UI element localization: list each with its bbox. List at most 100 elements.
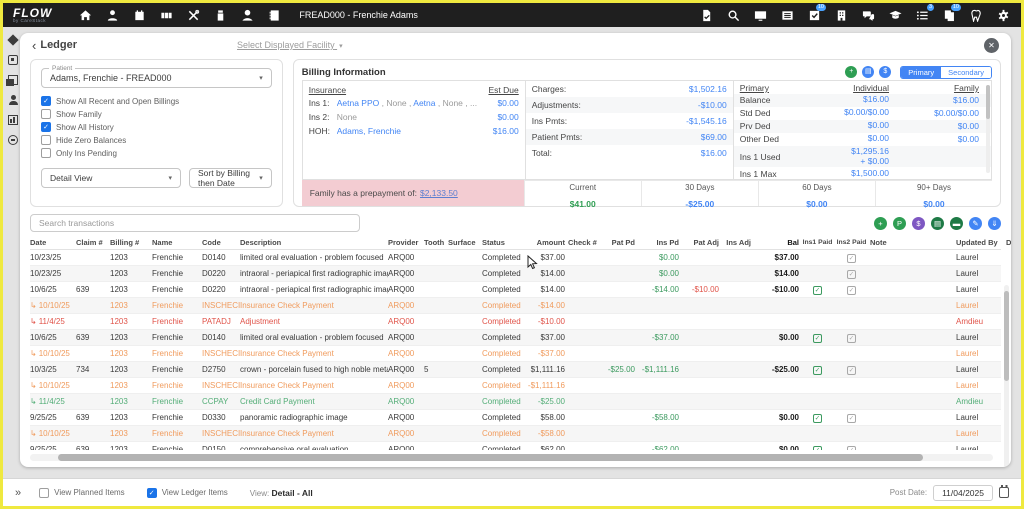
payments-icon[interactable] [239, 7, 255, 23]
view-planned-items-checkbox[interactable]: View Planned Items [39, 488, 125, 498]
post-date-input[interactable]: 11/04/2025 [933, 485, 993, 501]
view-mode-select[interactable]: Detail View ▾ [41, 168, 181, 188]
green-p-button[interactable]: P [893, 217, 906, 230]
procedures-icon[interactable] [185, 7, 201, 23]
person-icon[interactable] [8, 95, 18, 105]
surface-column-header[interactable]: Surface [448, 238, 482, 247]
patAdj-column-header[interactable]: Pat Adj [682, 238, 722, 247]
contacts-icon[interactable] [266, 7, 282, 23]
table-row[interactable]: ↳10/10/251203FrenchieINSCHECIInsurance C… [30, 346, 1001, 362]
tab-secondary[interactable]: Secondary [941, 67, 991, 78]
ins2-paid-checkbox[interactable]: ✓ [847, 286, 856, 295]
table-row[interactable]: 10/6/256391203FrenchieD0140limited oral … [30, 330, 1001, 346]
facility-icon[interactable] [833, 7, 849, 23]
checkbox-show-all-history[interactable]: ✓ Show All History [41, 122, 272, 132]
checkbox-icon[interactable]: ✓ [41, 96, 51, 106]
table-row[interactable]: 10/23/251203FrenchieD0220intraoral - per… [30, 266, 1001, 282]
billing-grid-button[interactable]: ▤ [862, 66, 874, 78]
checkbox-icon[interactable]: ✓ [147, 488, 157, 498]
view-ledger-items-checkbox[interactable]: ✓ View Ledger Items [147, 488, 228, 498]
checkbox-icon[interactable] [41, 135, 51, 145]
patient-select[interactable]: Patient Adams, Frenchie - FREAD000 ▾ [41, 68, 272, 88]
ins1-paid-checkbox[interactable]: ✓ [813, 286, 822, 295]
worklist-icon[interactable]: 3 [914, 7, 930, 23]
schedule-icon[interactable] [131, 7, 147, 23]
expand-chevrons-icon[interactable]: » [15, 487, 21, 499]
checkbox-show-family[interactable]: Show Family [41, 109, 272, 119]
ins2-paid-checkbox[interactable]: ✓ [847, 334, 856, 343]
checkbox-hide-zero-balances[interactable]: Hide Zero Balances [41, 135, 272, 145]
primary-scrollbar[interactable] [986, 85, 990, 173]
ins1-paid-checkbox[interactable]: ✓ [813, 366, 822, 375]
table-row[interactable]: 10/3/257341203FrenchieD2750crown - porce… [30, 362, 1001, 378]
patPd-column-header[interactable]: Pat Pd [600, 238, 638, 247]
claim-column-header[interactable]: Claim # [76, 238, 110, 247]
imaging-icon[interactable] [752, 7, 768, 23]
close-button[interactable]: ✕ [984, 38, 999, 53]
billing-dollar-button[interactable]: $ [879, 66, 891, 78]
messages-icon[interactable] [860, 7, 876, 23]
table-row[interactable]: ↳10/10/251203FrenchieINSCHECIInsurance C… [30, 378, 1001, 394]
fee-search-icon[interactable] [725, 7, 741, 23]
tooth-icon[interactable] [968, 7, 984, 23]
table-row[interactable]: ↳10/10/251203FrenchieINSCHECIInsurance C… [30, 298, 1001, 314]
vertical-scrollbar[interactable] [1004, 285, 1009, 467]
ins2-column-header[interactable]: Ins2 Paid [836, 239, 870, 246]
ins2-paid-checkbox[interactable]: ✓ [847, 254, 856, 263]
purple-dollar-button[interactable]: $ [912, 217, 925, 230]
code-column-header[interactable]: Code [202, 238, 240, 247]
facility-selector-link[interactable]: Select Displayed Facility ▾ [237, 40, 343, 50]
calendar-icon[interactable] [999, 487, 1009, 498]
back-chevron-icon[interactable]: ‹ [32, 38, 36, 53]
minus-circle-icon[interactable] [8, 135, 18, 145]
chart-icon[interactable] [8, 115, 18, 125]
updatedBy-column-header[interactable]: Updated By [956, 238, 1006, 247]
flow-logo[interactable]: FLOW by CareStack [13, 7, 52, 24]
sort-select[interactable]: Sort by Billing then Date ▾ [189, 168, 272, 188]
darkgreen-bar-button[interactable]: ▬ [950, 217, 963, 230]
insPd-column-header[interactable]: Ins Pd [638, 238, 682, 247]
table-row[interactable]: 10/23/251203FrenchieD0140limited oral ev… [30, 250, 1001, 266]
ins2-paid-checkbox[interactable]: ✓ [847, 366, 856, 375]
blue-export-button[interactable]: ⇓ [988, 217, 1001, 230]
education-icon[interactable] [887, 7, 903, 23]
ins1-paid-checkbox[interactable]: ✓ [813, 414, 822, 423]
checkbox-icon[interactable] [41, 109, 51, 119]
insurance-plan-link[interactable]: Aetna PPO [337, 98, 380, 108]
document-check-icon[interactable] [698, 7, 714, 23]
table-row[interactable]: 9/25/256391203FrenchieD0150comprehensive… [30, 442, 1001, 450]
provider-column-header[interactable]: Provider [388, 238, 424, 247]
name-column-header[interactable]: Name [152, 238, 202, 247]
horizontal-scrollbar[interactable] [30, 454, 993, 461]
table-row[interactable]: 9/25/256391203FrenchieD0330panoramic rad… [30, 410, 1001, 426]
green-plus-button[interactable]: + [874, 217, 887, 230]
di-column-header[interactable]: Di [1006, 238, 1011, 247]
table-row[interactable]: ↳10/10/251203FrenchieINSCHECIInsurance C… [30, 426, 1001, 442]
ins2-paid-checkbox[interactable]: ✓ [847, 414, 856, 423]
ins1-paid-checkbox[interactable]: ✓ [813, 334, 822, 343]
tab-primary[interactable]: Primary [901, 67, 941, 78]
insurance-plan-link[interactable]: Adams, Frenchie [337, 126, 401, 136]
bal-column-header[interactable]: Bal [754, 238, 802, 247]
status-column-header[interactable]: Status [482, 238, 524, 247]
table-row[interactable]: ↳11/4/251203FrenchiePATADJAdjustmentARQ0… [30, 314, 1001, 330]
box-d-icon[interactable] [8, 55, 18, 65]
ins1-column-header[interactable]: Ins1 Paid [802, 239, 836, 246]
ins2-paid-checkbox[interactable]: ✓ [847, 446, 856, 451]
insAdj-column-header[interactable]: Ins Adj [722, 238, 754, 247]
prescriptions-icon[interactable] [212, 7, 228, 23]
table-row[interactable]: 10/6/256391203FrenchieD0220intraoral - p… [30, 282, 1001, 298]
darkgreen-grid-button[interactable]: ▤ [931, 217, 944, 230]
prepayment-amount-link[interactable]: $2,133.50 [420, 188, 458, 198]
add-insurance-button[interactable]: + [845, 66, 857, 78]
note-column-header[interactable]: Note [870, 238, 956, 247]
tooth-column-header[interactable]: Tooth [424, 238, 448, 247]
date-column-header[interactable]: Date [30, 238, 76, 247]
insurance-plan-link[interactable]: Aetna [413, 98, 435, 108]
stack-icon[interactable] [8, 75, 18, 85]
checkbox-icon[interactable] [39, 488, 49, 498]
table-row[interactable]: ↳11/4/251203FrenchieCCPAYCredit Card Pay… [30, 394, 1001, 410]
perio-chart-icon[interactable] [158, 7, 174, 23]
checkbox-icon[interactable]: ✓ [41, 122, 51, 132]
list-icon[interactable] [779, 7, 795, 23]
